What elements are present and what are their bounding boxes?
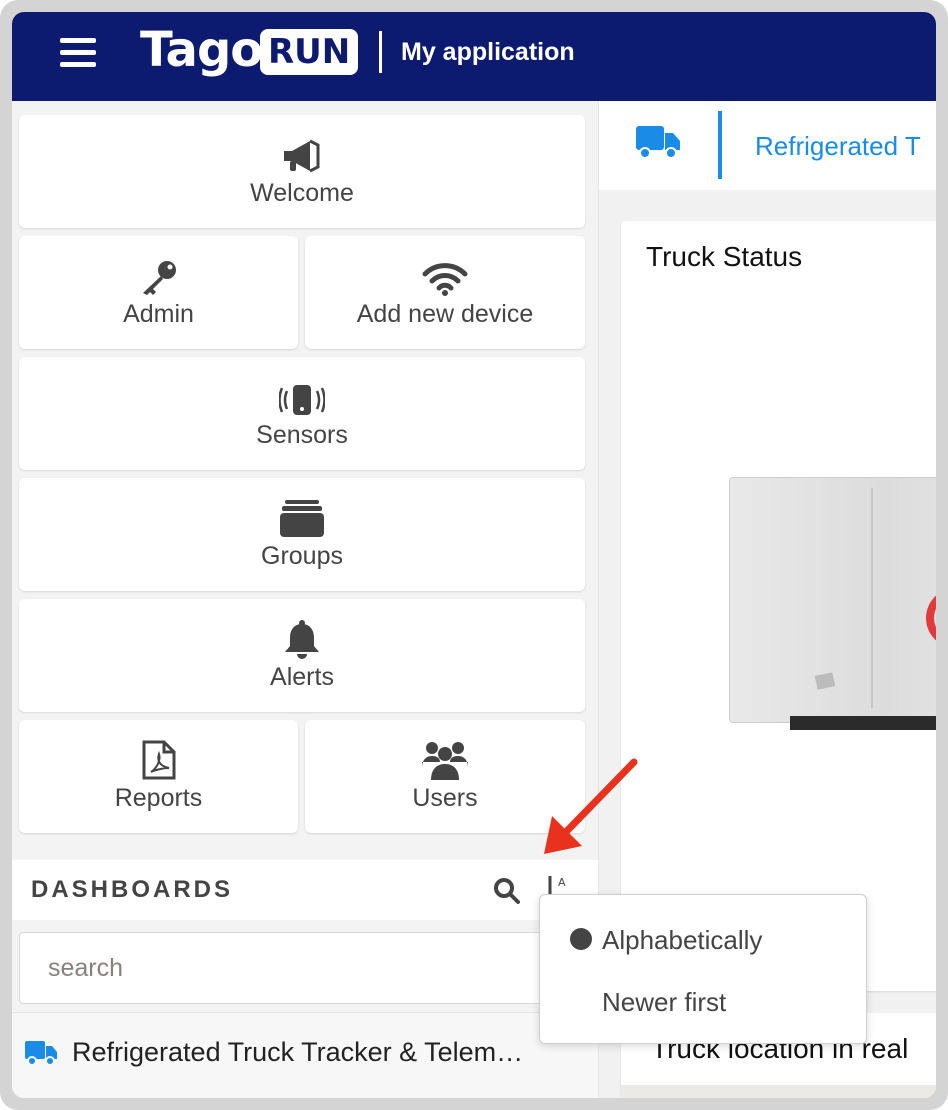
tile-label: Users (412, 784, 478, 812)
svg-text:A: A (558, 876, 566, 889)
search-wrap (19, 922, 591, 1004)
truck-icon[interactable] (635, 123, 681, 166)
hamburger-menu-icon[interactable] (60, 38, 96, 68)
widget-title: Truck Status (646, 241, 803, 272)
megaphone-icon (280, 135, 324, 175)
annotation-arrow-icon (544, 758, 638, 854)
truck-icon (24, 1039, 58, 1072)
search-icon[interactable] (493, 877, 521, 905)
tile-label: Reports (114, 784, 203, 812)
tab-divider (718, 111, 722, 179)
app-title: My application (401, 38, 575, 66)
dashboard-tab-bar: Refrigerated T (599, 101, 936, 190)
wifi-icon (422, 256, 468, 296)
tile-groups[interactable]: Groups (19, 478, 585, 591)
dashboards-header: DASHBOARDS AZ (12, 860, 598, 920)
sidebar: Welcome Admin Add new device Sensors Gro (12, 101, 598, 1098)
logo-text: Tago (140, 22, 263, 78)
header-divider (379, 31, 382, 73)
sort-dropdown-menu: Alphabetically Newer first (539, 894, 867, 1044)
tile-label: Admin (123, 300, 194, 328)
tile-sensors[interactable]: Sensors (19, 357, 585, 470)
dashboard-list-item[interactable]: Refrigerated Truck Tracker & Telem… (12, 1012, 598, 1098)
tile-alerts[interactable]: Alerts (19, 599, 585, 712)
logo-badge: RUN (260, 29, 359, 75)
tile-admin[interactable]: Admin (19, 236, 298, 349)
tile-add-new-device[interactable]: Add new device (305, 236, 585, 349)
users-group-icon (422, 740, 468, 780)
top-bar: Tago RUN My application (12, 12, 936, 101)
truck-status-widget: Truck Status (621, 221, 936, 991)
key-icon (139, 256, 179, 296)
dashboards-heading: DASHBOARDS (31, 876, 234, 903)
dashboard-item-label: Refrigerated Truck Tracker & Telem… (72, 1037, 524, 1067)
dashboard-search-input[interactable] (19, 932, 559, 1004)
sort-option-label: Newer first (602, 987, 727, 1017)
tile-label: Add new device (356, 300, 534, 328)
folders-stack-icon (279, 498, 325, 538)
tile-reports[interactable]: Reports (19, 720, 298, 833)
tile-label: Sensors (256, 421, 348, 449)
tile-welcome[interactable]: Welcome (19, 115, 585, 228)
bell-icon (282, 619, 322, 659)
sort-option-newer-first[interactable]: Newer first (540, 895, 866, 1017)
tile-label: Welcome (250, 179, 354, 207)
map-preview (621, 1085, 936, 1098)
tile-label: Groups (261, 542, 343, 570)
tile-label: Alerts (270, 663, 334, 691)
truck-trailer-image (729, 477, 936, 730)
vibrating-phone-icon (279, 377, 325, 417)
dashboard-tab-title[interactable]: Refrigerated T (755, 131, 921, 162)
pdf-file-icon (141, 740, 177, 780)
